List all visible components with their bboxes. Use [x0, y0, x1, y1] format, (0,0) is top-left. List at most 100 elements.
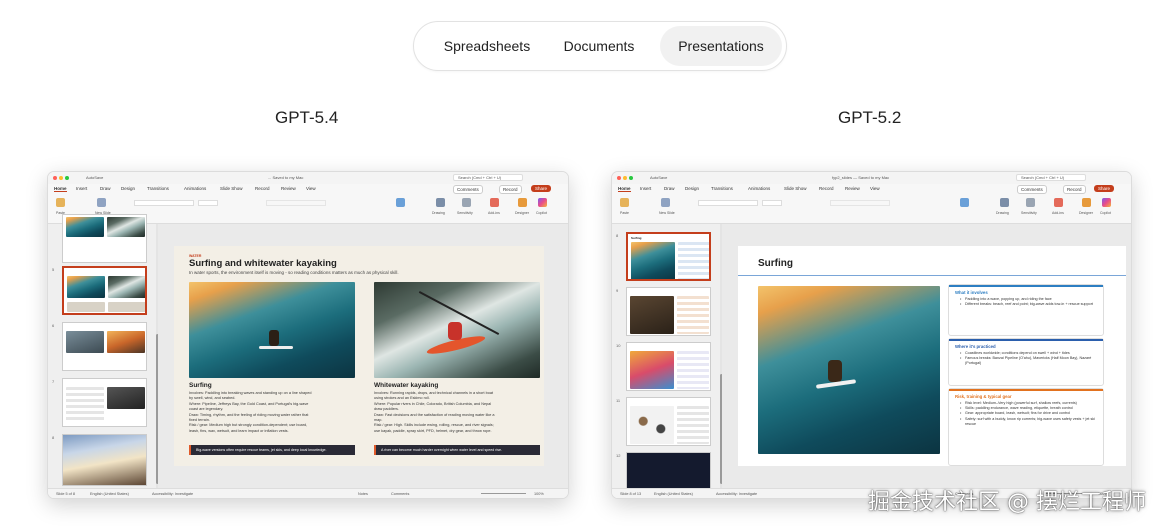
kayaking-photo	[374, 282, 540, 378]
slide[interactable]: Surfing What it involves Paddling into a…	[738, 246, 1126, 466]
slide-thumbnail[interactable]	[62, 434, 147, 486]
tab-transitions[interactable]: Transitions	[711, 186, 733, 191]
share-button[interactable]: Share	[1094, 185, 1115, 192]
slide-thumbnail[interactable]	[626, 287, 711, 336]
paragraph-controls[interactable]	[266, 200, 326, 206]
slide-thumbnail[interactable]	[62, 322, 147, 371]
tab-design[interactable]: Design	[685, 186, 699, 191]
powerpoint-window-gpt54: AutoSave ... Saved to my Mac Search (Cmd…	[47, 171, 569, 499]
font-size-select[interactable]	[762, 200, 782, 206]
info-card-involves: What it involves Paddling into a wave, p…	[948, 284, 1104, 336]
slide-thumbnail-selected[interactable]: Surfing	[626, 232, 711, 281]
tab-home[interactable]: Home	[618, 186, 631, 192]
zoom-level[interactable]: 100%	[534, 492, 544, 496]
copilot-icon[interactable]	[538, 198, 547, 207]
paste-icon[interactable]	[620, 198, 629, 207]
tab-home[interactable]: Home	[54, 186, 67, 192]
window-controls[interactable]	[53, 176, 71, 181]
tab-spreadsheets[interactable]: Spreadsheets	[422, 26, 552, 66]
slide[interactable]: WATER Surfing and whitewater kayaking In…	[174, 246, 544, 466]
model-label-left: GPT-5.4	[275, 108, 339, 127]
comments-status-button[interactable]: Comments	[391, 492, 409, 496]
picture-icon[interactable]	[960, 198, 969, 207]
add-ins-icon[interactable]	[490, 198, 499, 207]
autosave-label[interactable]: AutoSave	[86, 175, 103, 180]
tab-transitions[interactable]: Transitions	[147, 186, 169, 191]
font-family-select[interactable]	[134, 200, 194, 206]
slide-thumbnail-selected[interactable]	[62, 266, 147, 315]
tab-insert[interactable]: Insert	[640, 186, 651, 191]
notes-button[interactable]: Notes	[358, 492, 368, 496]
slide-thumbnail[interactable]	[626, 342, 711, 391]
search-input[interactable]: Search (Cmd + Ctrl + U)	[1016, 174, 1086, 181]
tab-record[interactable]: Record	[255, 186, 270, 191]
tab-slide-show[interactable]: Slide Show	[220, 186, 243, 191]
zoom-slider[interactable]	[481, 493, 526, 494]
surfing-heading: Surfing	[189, 382, 212, 389]
language-status[interactable]: English (United States)	[654, 492, 693, 496]
drawing-icon[interactable]	[1000, 198, 1009, 207]
add-ins-icon[interactable]	[1054, 198, 1063, 207]
sensitivity-icon[interactable]	[1026, 198, 1035, 207]
tab-design[interactable]: Design	[121, 186, 135, 191]
thumbnail-number: 8	[616, 233, 619, 238]
font-family-select[interactable]	[698, 200, 758, 206]
search-input[interactable]: Search (Cmd + Ctrl + U)	[453, 174, 523, 181]
tab-animations[interactable]: Animations	[748, 186, 770, 191]
comments-button[interactable]: Comments	[1017, 185, 1047, 194]
card-bullet: Safety: surf with a buddy, know rip curr…	[960, 417, 1099, 427]
accessibility-status[interactable]: Accessibility: Investigate	[152, 492, 193, 496]
slide-thumbnail[interactable]	[62, 378, 147, 427]
sensitivity-label: Sensitivity	[457, 211, 473, 215]
info-card-where: Where it's practiced Coastlines worldwid…	[948, 338, 1104, 386]
font-size-select[interactable]	[198, 200, 218, 206]
slide-thumbnails: 8 Surfing 9 10 11 12	[612, 224, 722, 498]
tab-presentations[interactable]: Presentations	[660, 26, 782, 66]
new-slide-label: New Slide	[659, 211, 675, 215]
surfing-callout: Big-wave versions often require rescue t…	[189, 445, 355, 455]
slide-counter: Slide 5 of 8	[56, 492, 75, 496]
tab-insert[interactable]: Insert	[76, 186, 87, 191]
picture-icon[interactable]	[396, 198, 405, 207]
slide-thumbnail[interactable]	[626, 397, 711, 446]
accessibility-status[interactable]: Accessibility: Investigate	[716, 492, 757, 496]
tab-review[interactable]: Review	[281, 186, 296, 191]
thumbnail-number: 11	[616, 398, 621, 403]
thumbnail-number: 12	[616, 453, 621, 458]
share-button[interactable]: Share	[531, 185, 552, 192]
tab-view[interactable]: View	[306, 186, 316, 191]
designer-icon[interactable]	[1082, 198, 1091, 207]
designer-icon[interactable]	[518, 198, 527, 207]
paragraph-controls[interactable]	[830, 200, 890, 206]
new-slide-icon[interactable]	[661, 198, 670, 207]
copilot-icon[interactable]	[1102, 198, 1111, 207]
tab-slide-show[interactable]: Slide Show	[784, 186, 807, 191]
tab-animations[interactable]: Animations	[184, 186, 206, 191]
thumbnail-number: 7	[52, 379, 55, 384]
document-title: fyp2_slides — Saved to my Mac	[832, 175, 890, 180]
slide-counter: Slide 8 of 13	[620, 492, 642, 496]
autosave-label[interactable]: AutoSave	[650, 175, 667, 180]
add-ins-label: Add-ins	[488, 211, 500, 215]
tab-documents[interactable]: Documents	[534, 26, 664, 66]
title-rule	[738, 275, 1126, 276]
copilot-label: Copilot	[536, 211, 547, 215]
tab-record[interactable]: Record	[819, 186, 834, 191]
language-status[interactable]: English (United States)	[90, 492, 129, 496]
paste-icon[interactable]	[56, 198, 65, 207]
tab-draw[interactable]: Draw	[664, 186, 675, 191]
tab-view[interactable]: View	[870, 186, 880, 191]
record-button[interactable]: Record	[1063, 185, 1086, 194]
drawing-label: Drawing	[996, 211, 1009, 215]
comments-button[interactable]: Comments	[453, 185, 483, 194]
card-bullet: Famous breaks: Banzai Pipeline (O'ahu), …	[960, 356, 1099, 366]
slide-thumbnail[interactable]	[62, 214, 147, 263]
tab-draw[interactable]: Draw	[100, 186, 111, 191]
sensitivity-icon[interactable]	[462, 198, 471, 207]
record-button[interactable]: Record	[499, 185, 522, 194]
designer-label: Designer	[1079, 211, 1094, 215]
drawing-icon[interactable]	[436, 198, 445, 207]
tab-review[interactable]: Review	[845, 186, 860, 191]
new-slide-icon[interactable]	[97, 198, 106, 207]
window-controls[interactable]	[617, 176, 635, 181]
